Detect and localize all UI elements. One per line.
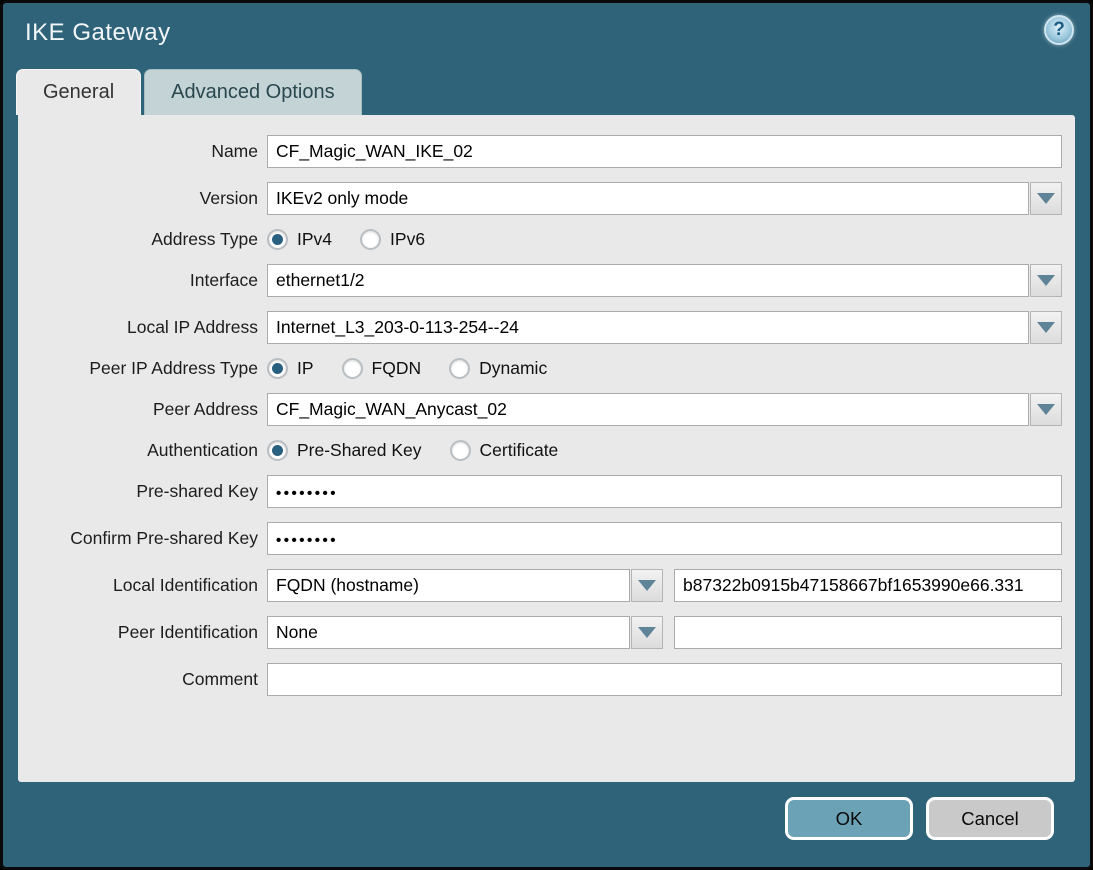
interface-dropdown: ethernet1/2 — [267, 264, 1062, 297]
tab-advanced-options-label: Advanced Options — [171, 81, 334, 104]
row-pre-shared-key: Pre-shared Key •••••••• — [24, 475, 1062, 508]
peer-identification-dropdown-button[interactable] — [631, 616, 663, 649]
row-comment: Comment — [24, 663, 1062, 696]
radio-unselected-icon — [342, 358, 363, 379]
radio-selected-icon — [267, 229, 288, 250]
local-identification-label: Local Identification — [24, 575, 267, 596]
tab-general-label: General — [43, 81, 114, 104]
authentication-radiogroup: Pre-Shared Key Certificate — [267, 440, 1062, 461]
local-identification-value-input[interactable]: b87322b0915b47158667bf1653990e66.331 — [674, 569, 1062, 602]
row-local-identification: Local Identification FQDN (hostname) b87… — [24, 569, 1062, 602]
row-peer-identification: Peer Identification None — [24, 616, 1062, 649]
radio-selected-icon — [267, 358, 288, 379]
version-dropdown-value[interactable]: IKEv2 only mode — [267, 182, 1029, 215]
peer-address-dropdown-button[interactable] — [1030, 393, 1062, 426]
address-type-radiogroup: IPv4 IPv6 — [267, 229, 1062, 250]
row-confirm-pre-shared-key: Confirm Pre-shared Key •••••••• — [24, 522, 1062, 555]
authentication-label: Authentication — [24, 440, 267, 461]
peer-identification-type-dropdown: None — [267, 616, 663, 649]
chevron-down-icon — [1037, 404, 1055, 415]
radio-unselected-icon — [449, 358, 470, 379]
row-peer-ip-type: Peer IP Address Type IP FQDN Dynamic — [24, 358, 1062, 379]
peer-address-dropdown-value[interactable]: CF_Magic_WAN_Anycast_02 — [267, 393, 1029, 426]
peer-ip-type-label: Peer IP Address Type — [24, 358, 267, 379]
chevron-down-icon — [1037, 193, 1055, 204]
radio-unselected-icon — [360, 229, 381, 250]
version-dropdown-button[interactable] — [1030, 182, 1062, 215]
row-local-ip: Local IP Address Internet_L3_203-0-113-2… — [24, 311, 1062, 344]
local-identification-dropdown-button[interactable] — [631, 569, 663, 602]
row-name: Name CF_Magic_WAN_IKE_02 — [24, 135, 1062, 168]
comment-label: Comment — [24, 669, 267, 690]
chevron-down-icon — [638, 580, 656, 591]
tab-bar: General Advanced Options — [3, 63, 1090, 115]
version-dropdown: IKEv2 only mode — [267, 182, 1062, 215]
row-interface: Interface ethernet1/2 — [24, 264, 1062, 297]
radio-dynamic[interactable]: Dynamic — [449, 358, 547, 379]
titlebar: IKE Gateway ? — [3, 3, 1090, 63]
peer-address-dropdown: CF_Magic_WAN_Anycast_02 — [267, 393, 1062, 426]
general-tab-panel: Name CF_Magic_WAN_IKE_02 Version IKEv2 o… — [18, 115, 1075, 782]
help-icon[interactable]: ? — [1044, 15, 1074, 45]
local-identification-type-value[interactable]: FQDN (hostname) — [267, 569, 630, 602]
radio-ipv6[interactable]: IPv6 — [360, 229, 425, 250]
name-label: Name — [24, 141, 267, 162]
interface-dropdown-button[interactable] — [1030, 264, 1062, 297]
address-type-label: Address Type — [24, 229, 267, 250]
confirm-pre-shared-key-input[interactable]: •••••••• — [267, 522, 1062, 555]
radio-unselected-icon — [450, 440, 471, 461]
peer-address-label: Peer Address — [24, 399, 267, 420]
radio-selected-icon — [267, 440, 288, 461]
local-ip-label: Local IP Address — [24, 317, 267, 338]
local-ip-dropdown: Internet_L3_203-0-113-254--24 — [267, 311, 1062, 344]
pre-shared-key-input[interactable]: •••••••• — [267, 475, 1062, 508]
peer-identification-type-value[interactable]: None — [267, 616, 630, 649]
chevron-down-icon — [1037, 275, 1055, 286]
interface-label: Interface — [24, 270, 267, 291]
row-version: Version IKEv2 only mode — [24, 182, 1062, 215]
ok-button[interactable]: OK — [785, 797, 913, 840]
tab-general[interactable]: General — [16, 69, 141, 115]
radio-fqdn[interactable]: FQDN — [342, 358, 422, 379]
pre-shared-key-label: Pre-shared Key — [24, 481, 267, 502]
row-authentication: Authentication Pre-Shared Key Certificat… — [24, 440, 1062, 461]
peer-ip-type-radiogroup: IP FQDN Dynamic — [267, 358, 1062, 379]
radio-certificate[interactable]: Certificate — [450, 440, 559, 461]
confirm-pre-shared-key-label: Confirm Pre-shared Key — [24, 528, 267, 549]
interface-dropdown-value[interactable]: ethernet1/2 — [267, 264, 1029, 297]
radio-ipv4[interactable]: IPv4 — [267, 229, 332, 250]
tab-advanced-options[interactable]: Advanced Options — [144, 69, 361, 115]
radio-pre-shared-key[interactable]: Pre-Shared Key — [267, 440, 422, 461]
radio-ip[interactable]: IP — [267, 358, 314, 379]
peer-identification-label: Peer Identification — [24, 622, 267, 643]
ike-gateway-dialog: IKE Gateway ? General Advanced Options N… — [0, 0, 1093, 870]
dialog-title: IKE Gateway — [25, 19, 171, 47]
local-ip-dropdown-button[interactable] — [1030, 311, 1062, 344]
row-address-type: Address Type IPv4 IPv6 — [24, 229, 1062, 250]
chevron-down-icon — [638, 627, 656, 638]
peer-identification-value-input[interactable] — [674, 616, 1062, 649]
local-identification-type-dropdown: FQDN (hostname) — [267, 569, 663, 602]
comment-input[interactable] — [267, 663, 1062, 696]
local-ip-dropdown-value[interactable]: Internet_L3_203-0-113-254--24 — [267, 311, 1029, 344]
row-peer-address: Peer Address CF_Magic_WAN_Anycast_02 — [24, 393, 1062, 426]
cancel-button[interactable]: Cancel — [926, 797, 1054, 840]
dialog-footer: OK Cancel — [3, 782, 1090, 867]
name-input[interactable]: CF_Magic_WAN_IKE_02 — [267, 135, 1062, 168]
version-label: Version — [24, 188, 267, 209]
chevron-down-icon — [1037, 322, 1055, 333]
